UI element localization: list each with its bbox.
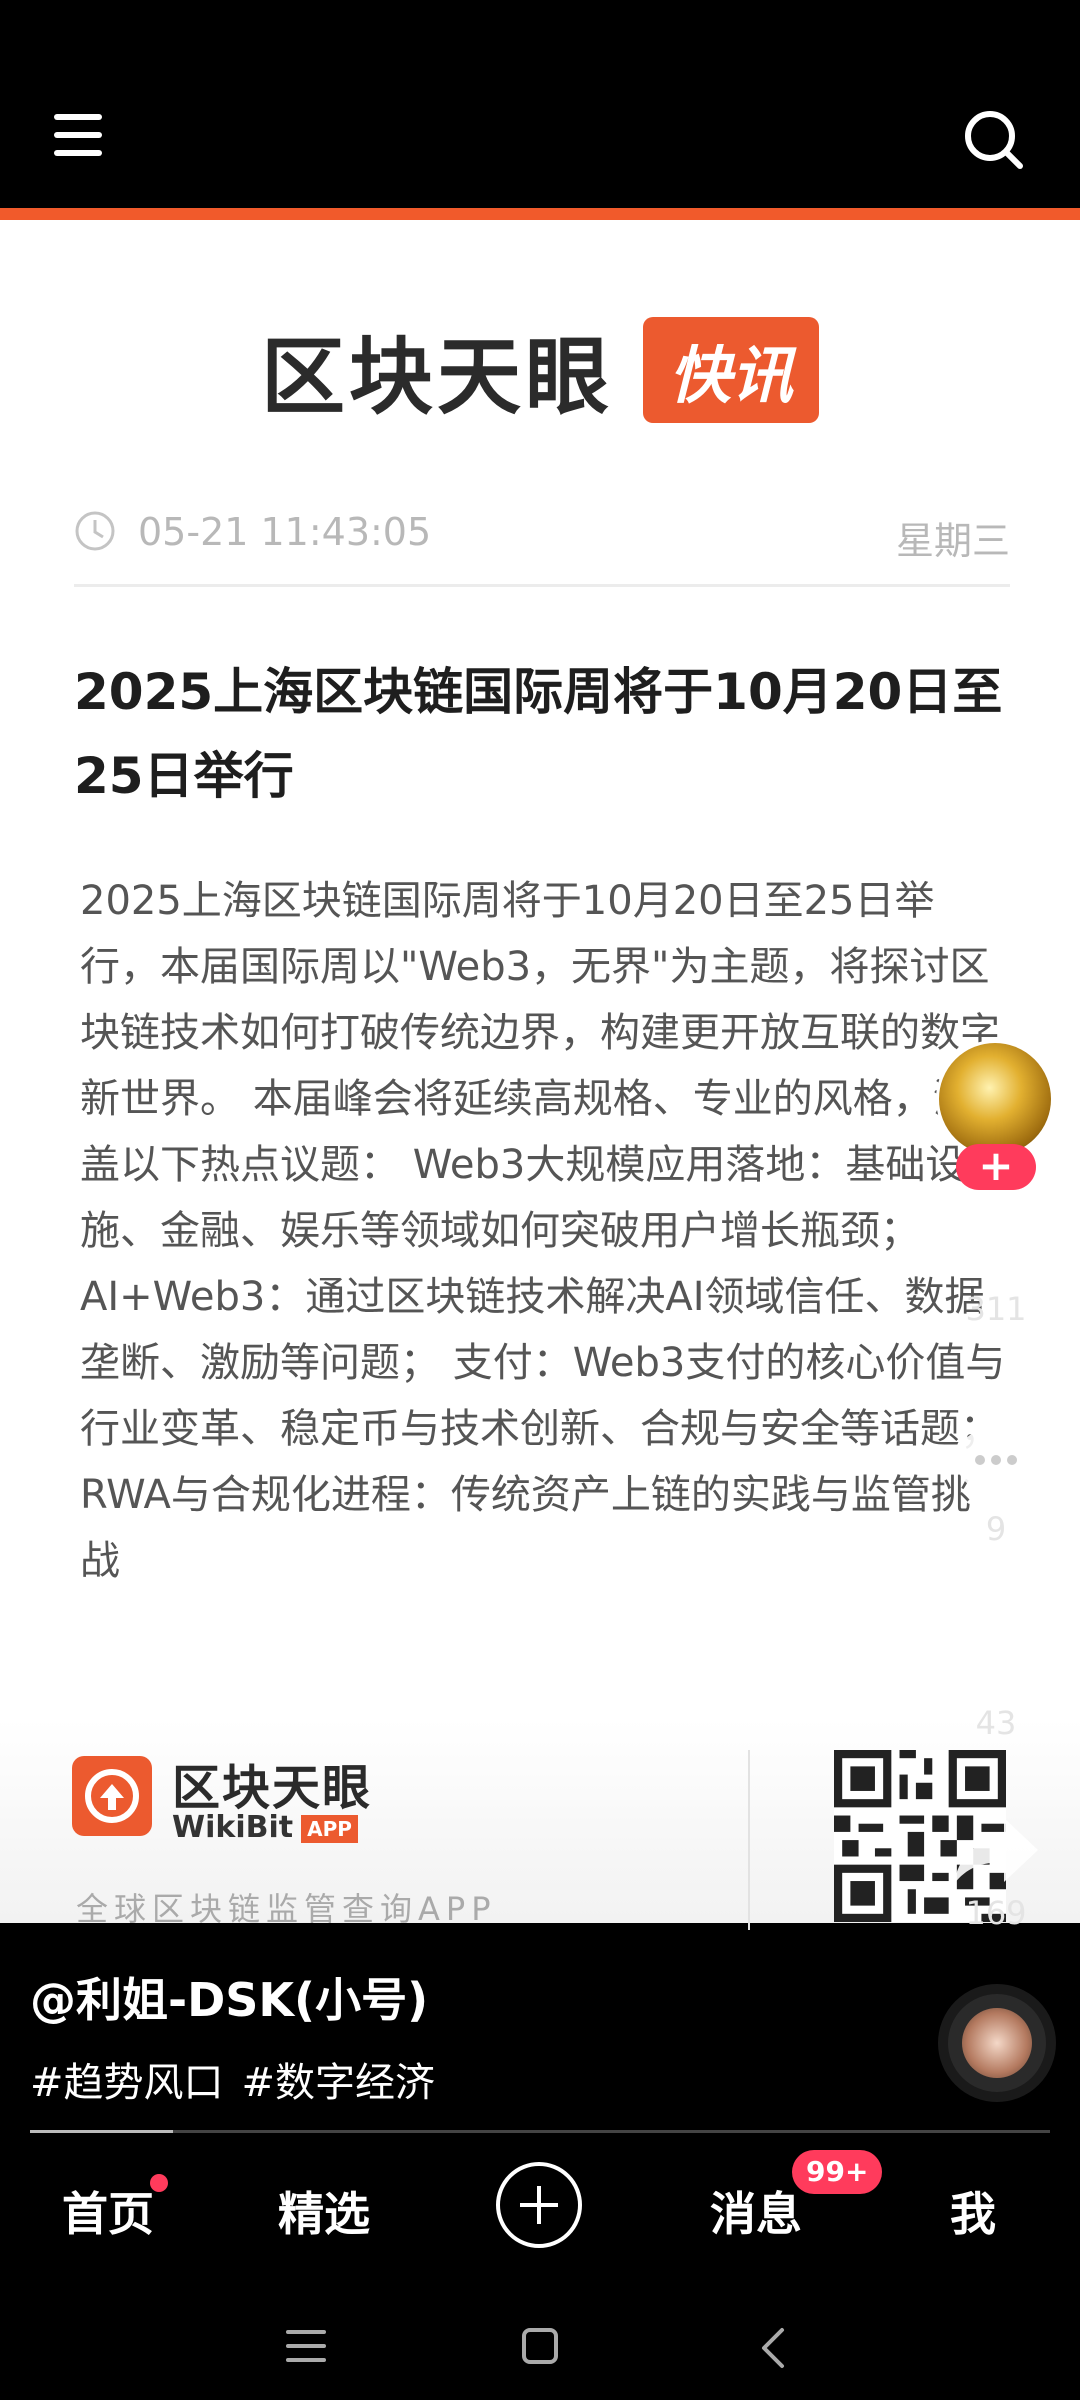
system-nav: [0, 2290, 1080, 2400]
hashtag[interactable]: #数字经济: [242, 2060, 436, 2106]
nav-home[interactable]: 首页: [62, 2174, 168, 2244]
nav-featured[interactable]: 精选: [278, 2178, 370, 2244]
recent-apps-icon[interactable]: [286, 2330, 326, 2362]
music-disc[interactable]: [938, 1984, 1056, 2102]
app-tag: APP: [301, 1814, 358, 1843]
like-button[interactable]: 311: [930, 1200, 1062, 1328]
meta-divider: [74, 584, 1010, 587]
like-count: 311: [965, 1290, 1027, 1328]
comment-button[interactable]: 9: [930, 1420, 1062, 1548]
menu-icon[interactable]: [54, 114, 104, 160]
footer-sub: WikiBit APP: [172, 1810, 358, 1845]
top-bar: [0, 0, 1080, 208]
publish-weekday: 星期三: [895, 519, 1010, 563]
bottom-nav: 首页 精选 消息 99+ 我: [0, 2150, 1080, 2260]
meta-row: 05-21 11:43:05 星期三: [74, 500, 1010, 563]
favorite-button[interactable]: 43: [930, 1610, 1062, 1742]
video-progress[interactable]: [30, 2130, 1050, 2133]
wikibit-logo-icon: [72, 1756, 152, 1836]
nav-me[interactable]: 我: [950, 2178, 996, 2244]
notification-dot: [150, 2174, 168, 2192]
nav-messages[interactable]: 消息: [710, 2178, 802, 2244]
home-icon[interactable]: [522, 2328, 558, 2364]
news-card[interactable]: 区块天眼 快讯 05-21 11:43:05 星期三 2025上海区块链国际周将…: [0, 220, 1080, 1930]
footer-divider: [748, 1750, 750, 1930]
accent-divider: [0, 208, 1080, 220]
footer-sub-name: WikiBit: [172, 1810, 294, 1845]
messages-badge: 99+: [792, 2150, 883, 2194]
article-body: 2025上海区块链国际周将于10月20日至25日举行，本届国际周以"Web3，无…: [80, 878, 1006, 1584]
article-title: 2025上海区块链国际周将于10月20日至25日举行: [74, 663, 1003, 805]
video-progress-fill: [30, 2130, 173, 2133]
comment-icon: [956, 1428, 1036, 1502]
nav-home-label: 首页: [62, 2187, 154, 2241]
back-icon[interactable]: [754, 2326, 794, 2370]
publish-time: 05-21 11:43:05: [138, 510, 432, 554]
create-button[interactable]: [496, 2162, 582, 2248]
follow-button[interactable]: +: [956, 1144, 1036, 1190]
brand-header: 区块天眼 快讯: [0, 317, 1080, 426]
brand-badge: 快讯: [643, 317, 820, 423]
footer-brand: 区块天眼: [172, 1760, 373, 1816]
share-arrow-icon: [954, 1818, 1038, 1884]
search-icon[interactable]: [962, 108, 1024, 170]
share-count: 169: [965, 1894, 1027, 1932]
footer-slogan: 全球区块链监管查询APP: [76, 1890, 497, 1928]
author-name[interactable]: @利姐-DSK(小号): [30, 1964, 428, 2030]
hashtag-list: #趋势风口 #数字经济: [30, 2050, 453, 2108]
comment-count: 9: [985, 1510, 1007, 1548]
hashtag[interactable]: #趋势风口: [30, 2060, 224, 2106]
star-icon: [954, 1614, 1038, 1694]
music-cover: [962, 2008, 1032, 2078]
favorite-count: 43: [975, 1704, 1017, 1742]
share-button[interactable]: 169: [930, 1810, 1062, 1932]
brand-name: 区块天眼: [260, 327, 613, 426]
clock-icon: [75, 511, 115, 551]
heart-icon: [954, 1206, 1038, 1280]
